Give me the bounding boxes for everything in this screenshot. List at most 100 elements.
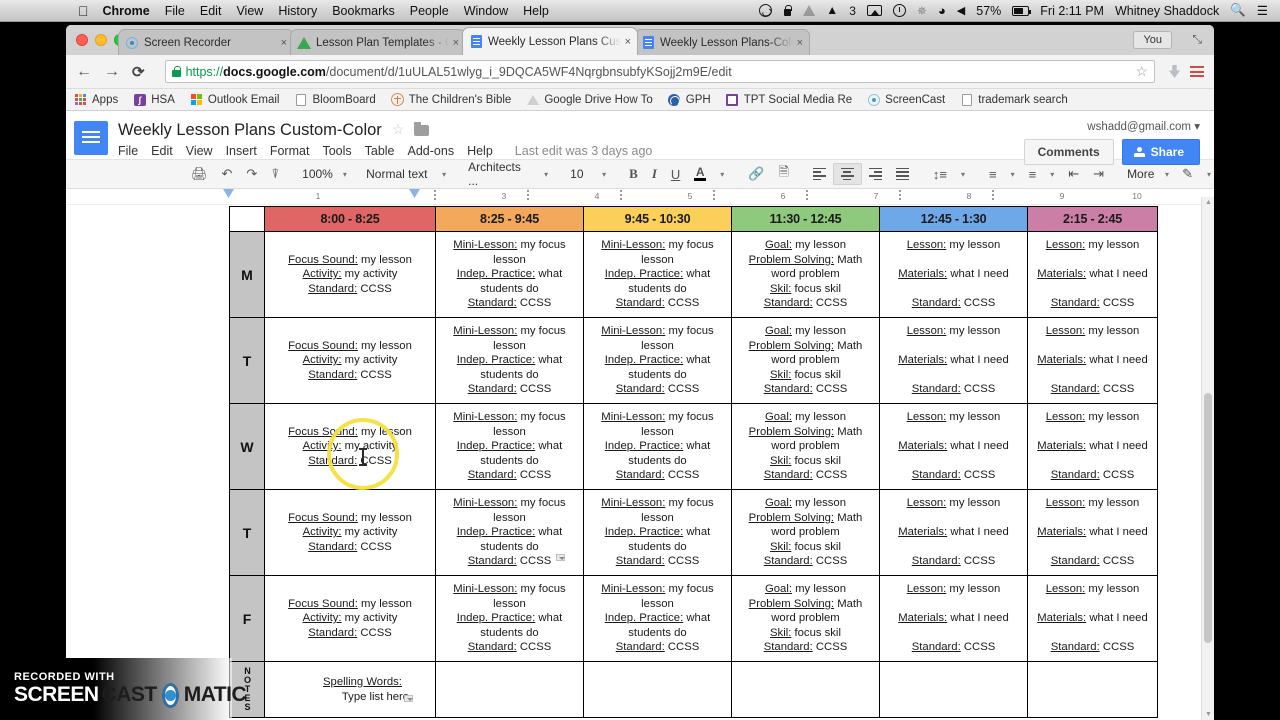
docs-menu-view[interactable]: View [186, 144, 213, 158]
cell-wednesday-reading[interactable]: Focus Sound: my lesson Activity: my acti… [265, 404, 436, 490]
lesson-plan-table[interactable]: 8:00 - 8:25 8:25 - 9:45 9:45 - 10:30 11:… [229, 206, 1158, 718]
menu-help[interactable]: Help [523, 4, 549, 18]
bold-button[interactable]: B [622, 163, 645, 185]
cell-tuesday-writing-1[interactable]: Mini-Lesson: my focus lesson Indep. Prac… [436, 318, 584, 404]
cell-wednesday-math[interactable]: Goal: my lesson Problem Solving: Math wo… [732, 404, 880, 490]
last-edit-status[interactable]: Last edit was 3 days ago [515, 144, 653, 158]
zoom-level-dropdown[interactable]: 100% ▾ [296, 163, 350, 185]
cell-tuesday-lesson-2[interactable]: Lesson: my lesson Materials: what I need… [1028, 318, 1158, 404]
bookmark-google-drive-how-to[interactable]: Google Drive How To [526, 93, 652, 106]
tab-stop-marker[interactable] [620, 190, 622, 201]
docs-menu-table[interactable]: Table [365, 144, 395, 158]
google-docs-logo[interactable] [74, 121, 108, 155]
bookmark-star-icon[interactable]: ☆ [1135, 63, 1148, 80]
bookmark-outlook-email[interactable]: Outlook Email [190, 93, 280, 106]
tab-stop-marker[interactable] [806, 190, 808, 201]
undo-icon[interactable]: ↶ [215, 163, 240, 185]
bookmark-hsa[interactable]: ∫ HSA [133, 93, 175, 106]
align-left-icon[interactable] [806, 163, 833, 185]
text-color-button[interactable]: A [687, 163, 713, 185]
time-header-5[interactable]: 12:45 - 1:30 [880, 207, 1028, 232]
cell-tuesday-math[interactable]: Goal: my lesson Problem Solving: Math wo… [732, 318, 880, 404]
cell-monday-math[interactable]: Goal: my lesson Problem Solving: Math wo… [732, 232, 880, 318]
tab-stop-marker[interactable] [434, 190, 436, 201]
cell-thursday-lesson-1[interactable]: Lesson: my lesson Materials: what I need… [880, 490, 1028, 576]
cell-tuesday-reading[interactable]: Focus Sound: my lesson Activity: my acti… [265, 318, 436, 404]
corner-cell[interactable] [230, 207, 265, 232]
cell-tuesday-lesson-1[interactable]: Lesson: my lesson Materials: what I need… [880, 318, 1028, 404]
cell-notes-2[interactable] [436, 662, 584, 718]
menu-history[interactable]: History [278, 4, 317, 18]
menu-bar-username[interactable]: Whitney Shaddock [1115, 4, 1219, 18]
redo-icon[interactable]: ↷ [239, 163, 264, 185]
align-right-icon[interactable] [862, 163, 889, 185]
time-header-1[interactable]: 8:00 - 8:25 [265, 207, 436, 232]
tab-lesson-plan-templates[interactable]: Lesson Plan Templates - G × [290, 29, 466, 55]
folder-icon[interactable] [414, 125, 429, 136]
day-label-friday[interactable]: F [230, 576, 265, 662]
ruler-bar[interactable]: 1 3 4 5 6 7 8 9 10 [229, 189, 1119, 204]
download-icon[interactable] [1169, 65, 1180, 78]
bookmark-gph[interactable]: GPH [668, 93, 711, 106]
align-justify-icon[interactable] [889, 163, 916, 185]
tab-stop-marker[interactable] [713, 190, 715, 201]
comments-button[interactable]: Comments [1024, 139, 1114, 165]
cell-friday-reading[interactable]: Focus Sound: my lesson Activity: my acti… [265, 576, 436, 662]
reload-icon[interactable]: ⟳ [132, 63, 145, 81]
tab-weekly-lesson-plans-custom[interactable]: Weekly Lesson Plans Custo × [462, 27, 638, 55]
pencil-edit-icon[interactable]: ✎ [1175, 163, 1200, 185]
cell-thursday-reading[interactable]: Focus Sound: my lesson Activity: my acti… [265, 490, 436, 576]
cell-wednesday-lesson-1[interactable]: Lesson: my lesson Materials: what I need… [880, 404, 1028, 490]
forward-icon[interactable]: → [104, 63, 120, 81]
warning-icon[interactable] [803, 5, 815, 16]
close-window-button[interactable] [76, 34, 88, 46]
bookmark-apps[interactable]: Apps [74, 93, 118, 106]
chevron-down-icon[interactable]: ▾ [1200, 163, 1214, 185]
chrome-menu-icon[interactable] [1190, 66, 1204, 77]
day-label-wednesday[interactable]: W [230, 404, 265, 490]
vertical-scrollbar[interactable]: ▲ ▼ [1201, 197, 1214, 720]
cell-notes-5[interactable] [880, 662, 1028, 718]
time-header-4[interactable]: 11:30 - 12:45 [732, 207, 880, 232]
docs-menu-file[interactable]: File [118, 144, 138, 158]
cell-notes-spelling[interactable]: Spelling Words: Type list here [265, 662, 436, 718]
scroll-up-icon[interactable]: ▲ [1205, 199, 1212, 206]
more-toolbar-button[interactable]: More ▾ [1121, 163, 1175, 185]
menu-edit[interactable]: Edit [200, 4, 222, 18]
docs-menu-format[interactable]: Format [270, 144, 310, 158]
cell-friday-writing-1[interactable]: Mini-Lesson: my focus lesson Indep. Prac… [436, 576, 584, 662]
increase-indent-icon[interactable]: ⇥ [1086, 163, 1111, 185]
cell-monday-writing-2[interactable]: Mini-Lesson: my focus lesson Indep. Prac… [584, 232, 732, 318]
cell-notes-3[interactable] [584, 662, 732, 718]
bookmark-childrens-bible[interactable]: The Children's Bible [391, 93, 512, 106]
tab-stop-marker[interactable] [527, 190, 529, 201]
address-bar[interactable]: https:// docs.google.com /document/d/1uU… [165, 60, 1155, 83]
star-icon[interactable]: ☆ [392, 121, 405, 138]
font-family-dropdown[interactable]: Architects ... ▾ [462, 163, 554, 185]
time-header-3[interactable]: 9:45 - 10:30 [584, 207, 732, 232]
tab-weekly-lesson-plans-color[interactable]: Weekly Lesson Plans-Color × [634, 29, 810, 55]
cell-thursday-lesson-2[interactable]: Lesson: my lesson Materials: what I need… [1028, 490, 1158, 576]
tab-stop-marker[interactable] [992, 190, 994, 201]
cell-tuesday-writing-2[interactable]: Mini-Lesson: my focus lesson Indep. Prac… [584, 318, 732, 404]
paragraph-style-dropdown[interactable]: Normal text ▾ [360, 163, 452, 185]
volume-icon[interactable]: ◀ [957, 4, 965, 17]
align-center-icon[interactable] [833, 163, 862, 185]
docs-menu-addons[interactable]: Add-ons [408, 144, 455, 158]
chevron-down-icon[interactable]: ▾ [1043, 163, 1061, 185]
time-header-2[interactable]: 8:25 - 9:45 [436, 207, 584, 232]
scrollbar-thumb[interactable] [1204, 393, 1212, 643]
time-machine-icon[interactable] [893, 4, 906, 17]
chevron-down-icon[interactable]: ▾ [1004, 163, 1022, 185]
cell-friday-math[interactable]: Goal: my lesson Problem Solving: Math wo… [732, 576, 880, 662]
bookmark-bloomboard[interactable]: BloomBoard [294, 93, 375, 106]
table-cell-handle[interactable] [556, 554, 565, 561]
menu-bookmarks[interactable]: Bookmarks [332, 4, 395, 18]
maximize-icon[interactable]: ⤡ [1192, 32, 1202, 47]
bookmark-tpt-social-media[interactable]: TPT Social Media Re [726, 93, 852, 106]
print-icon[interactable]: 🖨 [184, 163, 215, 185]
notification-center-icon[interactable]: ☰ [1257, 3, 1268, 18]
add-comment-icon[interactable]: 🗎 [771, 163, 795, 185]
cell-notes-4[interactable] [732, 662, 880, 718]
menu-view[interactable]: View [236, 4, 263, 18]
